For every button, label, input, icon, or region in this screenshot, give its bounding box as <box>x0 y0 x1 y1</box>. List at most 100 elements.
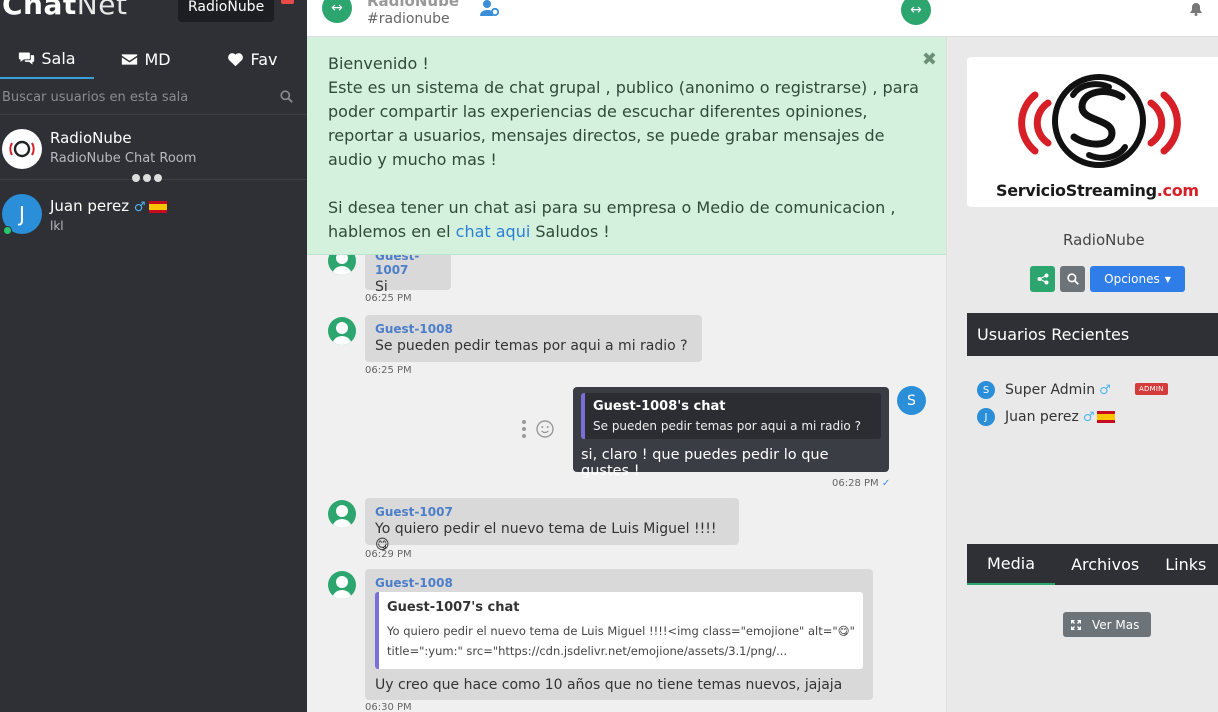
welcome-heading: Bienvenido ! <box>328 54 429 73</box>
comments-icon <box>19 52 35 65</box>
expand-left-icon[interactable]: ↔ <box>322 0 352 23</box>
sidebar: ChatNet RadioNube Sala MD Fav RadioNube <box>0 0 307 712</box>
welcome-cta: Si desea tener un chat asi para su empre… <box>328 196 927 244</box>
expand-right-icon[interactable]: ↔ <box>901 0 931 25</box>
message-text: Uy creo que hace como 10 años que no tie… <box>375 677 843 693</box>
welcome-banner: ✖ Bienvenido ! Este es un sistema de cha… <box>307 37 946 255</box>
recent-user-name: Juan perez <box>1005 409 1079 425</box>
message-text-content: Yo quiero pedir el nuevo tema de Luis Mi… <box>375 521 717 537</box>
caret-down-icon: ▼ <box>1164 274 1171 284</box>
search-icon[interactable] <box>280 90 293 103</box>
message-time: 06:30 PM <box>365 702 412 712</box>
message-text: Yo quiero pedir el nuevo tema de Luis Mi… <box>375 521 729 553</box>
tab-links[interactable]: Links <box>1155 544 1216 585</box>
tab-media[interactable]: Media <box>967 544 1056 585</box>
tab-md-label: MD <box>144 50 171 69</box>
male-icon: ♂ <box>133 200 146 215</box>
tab-sala-label: Sala <box>41 49 76 68</box>
tab-fav[interactable]: Fav <box>198 40 307 79</box>
tab-md[interactable]: MD <box>94 40 198 79</box>
ver-mas-label: Ver Mas <box>1092 617 1140 632</box>
streaming-logo-icon <box>9 140 35 158</box>
male-icon: ♂ <box>1099 382 1111 398</box>
avatar: S <box>977 381 995 399</box>
notification-indicator <box>281 0 294 4</box>
quote-title: Guest-1008's chat <box>593 399 726 414</box>
search-input[interactable] <box>0 80 270 114</box>
search-icon <box>1066 273 1079 285</box>
more-options-icon[interactable] <box>522 420 526 438</box>
expand-icon <box>1071 619 1081 630</box>
streaming-logo-icon <box>1018 74 1181 168</box>
room-name: RadioNube <box>50 129 132 147</box>
bell-icon[interactable] <box>1189 2 1203 16</box>
chat-channel: #radionube <box>367 11 450 27</box>
emoji-react-icon[interactable] <box>536 420 554 438</box>
avatar[interactable] <box>328 571 356 599</box>
chat-header: ↔ RadioNube #radionube ↔ <box>307 0 1218 37</box>
message-bubble: Guest-1008 Guest-1007's chat Yo quiero p… <box>365 569 873 700</box>
envelope-icon <box>122 54 138 65</box>
spain-flag-icon <box>148 200 167 213</box>
room-tooltip: RadioNube <box>178 0 275 22</box>
message-time: 06:25 PM <box>365 365 412 376</box>
panel-room-name: RadioNube <box>1063 231 1145 249</box>
room-info-panel: ServicioStreaming.com RadioNube Opciones… <box>948 37 1218 712</box>
avatar: J <box>977 408 995 426</box>
message-text: Se pueden pedir temas por aqui a mi radi… <box>375 338 688 354</box>
message-sender[interactable]: Guest-1008 <box>375 322 692 336</box>
quoted-message[interactable]: Guest-1007's chat Yo quiero pedir el nue… <box>375 592 863 669</box>
user-settings-icon[interactable] <box>480 0 500 17</box>
room-avatar <box>2 129 42 169</box>
heart-icon <box>228 53 244 67</box>
recent-user-name: Super Admin <box>1005 382 1096 398</box>
message-time: 06:25 PM <box>365 293 412 304</box>
close-icon[interactable]: ✖ <box>922 48 937 72</box>
sidebar-tabs: Sala MD Fav <box>0 40 307 79</box>
logo-light: Net <box>76 0 128 21</box>
outgoing-message-bubble: Guest-1008's chat Se pueden pedir temas … <box>573 387 889 479</box>
quoted-message[interactable]: Guest-1008's chat Se pueden pedir temas … <box>581 393 881 439</box>
tab-archivos[interactable]: Archivos <box>1055 544 1155 585</box>
message-actions <box>522 420 554 438</box>
recent-user-item[interactable]: J Juan perez ♂ <box>977 408 1116 426</box>
avatar[interactable] <box>328 317 356 345</box>
read-check-icon: ✓ <box>881 478 891 489</box>
logo-bold: Chat <box>2 0 77 21</box>
options-dropdown[interactable]: Opciones ▼ <box>1090 266 1185 292</box>
share-icon <box>1037 273 1048 285</box>
recent-users-header: Usuarios Recientes <box>967 313 1218 356</box>
message-text: si, claro ! que puedes pedir lo que gust… <box>581 447 829 479</box>
message-time-text: 06:28 PM <box>832 478 879 489</box>
share-button[interactable] <box>1030 266 1055 292</box>
recent-user-item[interactable]: S Super Admin ♂ <box>977 381 1111 399</box>
room-list-item[interactable]: RadioNube RadioNube Chat Room <box>0 124 307 182</box>
message-sender[interactable]: Guest-1007 <box>375 505 729 519</box>
avatar[interactable]: S <box>897 386 926 415</box>
message-sender[interactable]: Guest-1008 <box>375 576 863 590</box>
room-search-button[interactable] <box>1060 266 1085 292</box>
spain-flag-icon <box>1097 411 1116 423</box>
room-banner-image: ServicioStreaming.com <box>967 57 1218 207</box>
user-list-item[interactable]: J Juan perez ♂ lkl <box>0 190 307 240</box>
banner-tld: .com <box>1156 181 1199 200</box>
tab-sala[interactable]: Sala <box>0 40 94 79</box>
media-tabs: Media Archivos Links <box>967 544 1218 585</box>
ver-mas-button[interactable]: Ver Mas <box>1063 612 1151 637</box>
app-logo[interactable]: ChatNet <box>2 0 127 21</box>
admin-badge: ADMIN <box>1135 383 1168 395</box>
banner-brand-text: ServicioStreaming.com <box>996 181 1199 200</box>
chat-link[interactable]: chat aqui <box>456 222 531 241</box>
message-time: 06:29 PM <box>365 549 412 560</box>
chat-area: ✖ Bienvenido ! Este es un sistema de cha… <box>307 37 947 712</box>
typing-indicator <box>132 174 162 182</box>
user-search <box>0 80 307 115</box>
tab-fav-label: Fav <box>250 50 278 69</box>
user-name-text: Juan perez <box>50 197 130 215</box>
male-icon: ♂ <box>1082 409 1095 425</box>
avatar[interactable] <box>328 500 356 528</box>
welcome-description: Este es un sistema de chat grupal , publ… <box>328 78 919 169</box>
chat-title: RadioNube <box>367 0 459 10</box>
quote-text: Se pueden pedir temas por aqui a mi radi… <box>593 419 861 433</box>
quote-text: Yo quiero pedir el nuevo tema de Luis Mi… <box>387 624 855 658</box>
